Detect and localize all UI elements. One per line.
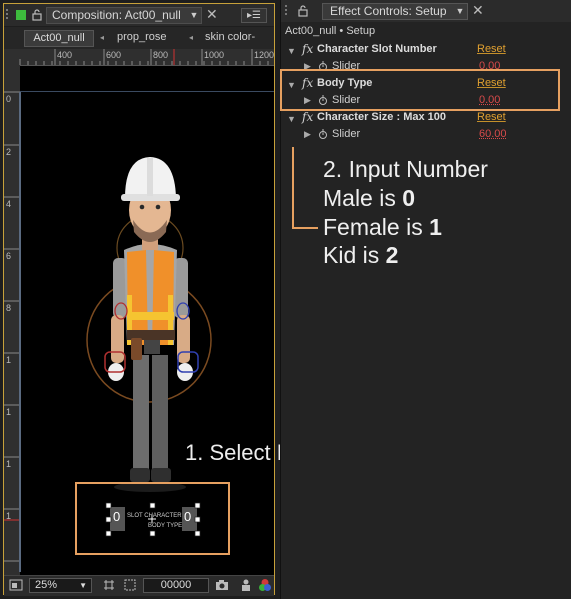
ruler-ticks	[19, 49, 269, 65]
reset-link[interactable]: Reset	[477, 43, 506, 55]
chevron-left-icon: ◂	[189, 33, 194, 42]
effect-controls-tab-title: Effect Controls: Setup	[330, 4, 447, 18]
region-of-interest-icon[interactable]	[123, 578, 137, 592]
ruler-label: 1200	[254, 50, 275, 60]
fx-icon[interactable]: fx	[302, 42, 313, 56]
always-preview-icon[interactable]	[9, 578, 23, 592]
annotation-line: Male is 0	[323, 185, 415, 212]
effect-controls-tab[interactable]: Effect Controls: Setup	[322, 3, 468, 20]
rgb-channels-icon[interactable]	[258, 578, 272, 592]
annotation-number: 0	[402, 185, 416, 211]
ruler-label: 4	[6, 199, 12, 209]
annotation-label: Kid is	[323, 242, 380, 268]
annotation-input-number-title: 2. Input Number	[323, 156, 488, 182]
show-snapshot-icon[interactable]	[239, 578, 253, 592]
twirl-right-icon[interactable]: ▶	[304, 129, 311, 140]
ruler-label: 1	[6, 459, 12, 469]
close-icon[interactable]: ✕	[206, 6, 218, 23]
zoom-dropdown[interactable]: 25% ▼	[29, 578, 92, 593]
annotation-number: 2	[385, 242, 399, 268]
ruler-label: 1000	[204, 50, 225, 60]
current-frame-field[interactable]: 00000	[143, 578, 209, 593]
breadcrumb-label: Act00_null	[33, 32, 85, 44]
lock-icon[interactable]	[31, 9, 43, 21]
ruler-label: 0	[6, 94, 12, 104]
comp-boundary	[19, 92, 21, 572]
ruler-label: 1	[6, 355, 12, 365]
camera-snapshot-icon[interactable]	[215, 578, 229, 592]
chevron-down-icon: ▼	[79, 581, 87, 590]
ruler-ticks	[4, 91, 20, 562]
ruler-label: 1	[6, 511, 12, 521]
panel-menu-icon[interactable]: ▸☰	[241, 8, 267, 23]
annotation-label: Male is	[323, 185, 396, 211]
ruler-label: 8	[6, 303, 12, 313]
lock-icon[interactable]	[297, 5, 309, 17]
ruler-label: 2	[6, 147, 12, 157]
chevron-down-icon[interactable]: ▼	[186, 7, 202, 24]
comp-label-color-icon	[16, 10, 26, 20]
twirl-down-icon[interactable]: ▼	[287, 114, 296, 124]
twirl-down-icon[interactable]: ▼	[287, 46, 296, 56]
panel-grip-icon[interactable]	[285, 5, 291, 15]
zoom-value: 25%	[35, 579, 58, 591]
effect-name-character-size[interactable]: Character Size : Max 100	[317, 111, 446, 123]
annotation-number: 1	[429, 214, 442, 240]
stopwatch-icon[interactable]	[318, 129, 328, 139]
chevron-down-icon[interactable]: ▼	[452, 3, 468, 20]
effect-name-character-slot-number[interactable]: Character Slot Number	[317, 43, 437, 55]
annotation-connector	[292, 147, 318, 229]
close-icon[interactable]: ✕	[472, 2, 484, 19]
annotation-line: Kid is 2	[323, 242, 398, 269]
breadcrumb-item-active[interactable]: Act00_null	[24, 30, 94, 47]
effect-controls-breadcrumb: Act00_null • Setup	[285, 25, 376, 37]
annotation-label: Female is	[323, 214, 423, 240]
body-type-highlight	[280, 69, 560, 111]
slider-value[interactable]: 60.00	[479, 128, 507, 140]
comp-boundary	[20, 91, 274, 92]
ruler-label: 800	[153, 50, 169, 60]
reset-link[interactable]: Reset	[477, 111, 506, 123]
composition-tab[interactable]: Composition: Act00_null	[46, 7, 202, 24]
ruler-label: 600	[106, 50, 122, 60]
resolution-grid-icon[interactable]	[102, 578, 116, 592]
ruler-label: 400	[57, 50, 73, 60]
name-bar-highlight	[75, 482, 230, 555]
annotation-line: Female is 1	[323, 214, 442, 241]
panel-grip-icon[interactable]	[6, 9, 12, 19]
composition-tab-title: Composition: Act00_null	[52, 8, 181, 22]
chevron-left-icon: ◂	[100, 33, 105, 42]
frame-value: 00000	[160, 579, 192, 591]
breadcrumb-item[interactable]: prop_rose	[117, 31, 167, 43]
ruler-label: 1	[6, 407, 12, 417]
fx-icon[interactable]: fx	[302, 110, 313, 124]
ruler-horizontal[interactable]: 400 600 800 1000 1200	[4, 49, 274, 66]
slider-label: Slider	[332, 128, 361, 140]
ruler-label: 6	[6, 251, 12, 261]
breadcrumb-item[interactable]: skin color-	[205, 31, 255, 43]
